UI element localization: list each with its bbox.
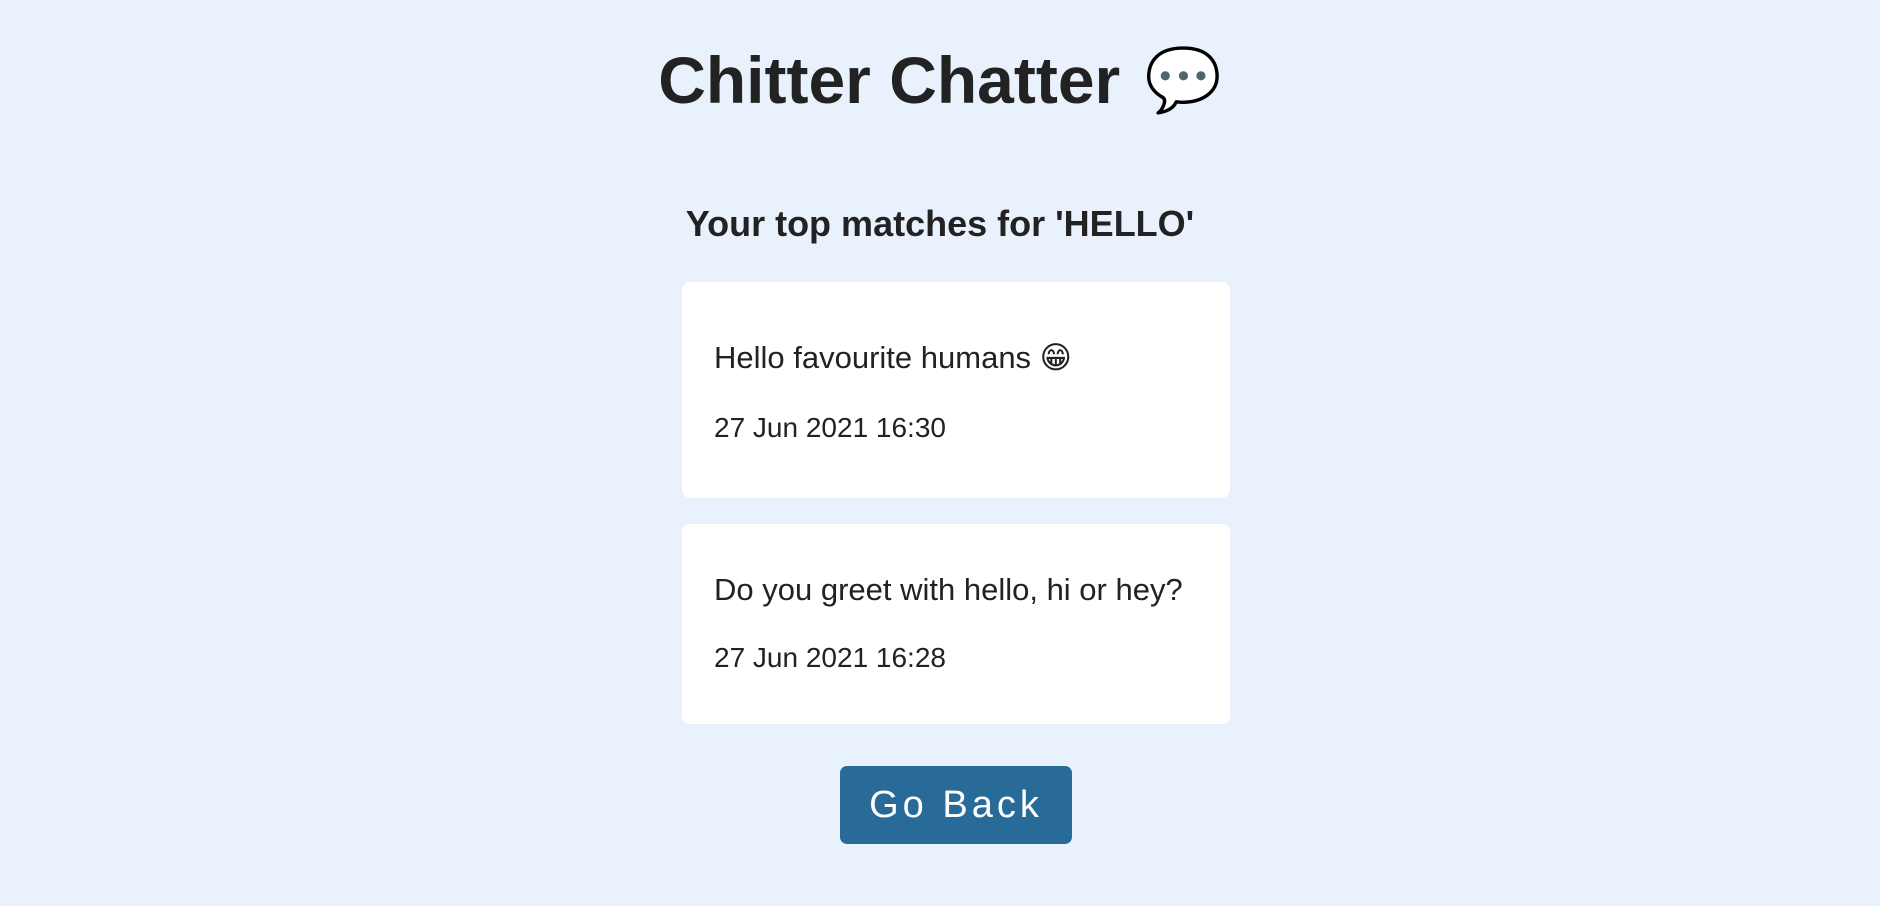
peep-card: Hello favourite humans 😁 27 Jun 2021 16:… [682,282,1230,498]
speech-balloon-icon: 💬 [1144,43,1222,116]
results-heading: Your top matches for 'HELLO' [685,203,1195,244]
search-results-page: Chitter Chatter 💬 Your top matches for '… [0,0,1880,906]
peep-message: Do you greet with hello, hi or hey? [714,572,1183,607]
peep-message: Hello favourite humans 😁 [714,340,1072,375]
app-title: Chitter Chatter 💬 [0,38,1880,122]
peep-timestamp: 27 Jun 2021 16:30 [714,412,946,443]
peep-card: Do you greet with hello, hi or hey? 27 J… [682,524,1230,724]
go-back-button[interactable]: Go Back [840,766,1072,844]
app-title-text: Chitter Chatter [658,43,1121,117]
peep-timestamp: 27 Jun 2021 16:28 [714,642,946,673]
